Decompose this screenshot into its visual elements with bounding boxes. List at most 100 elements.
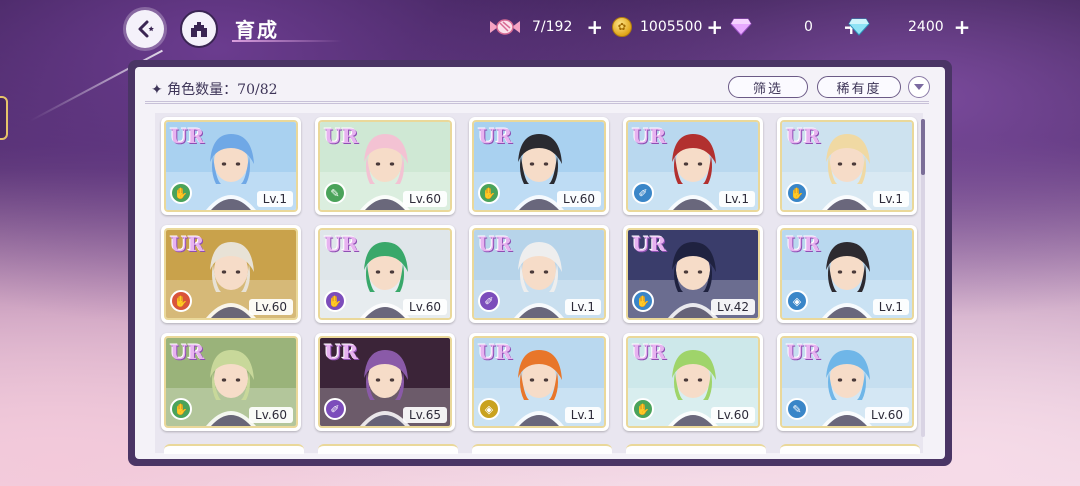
character-card[interactable]: UR ✐ Lv.1 (469, 225, 609, 323)
attribute-badge-icon: ✋ (632, 290, 654, 312)
level-label: Lv.60 (403, 299, 447, 315)
rarity-label: UR (478, 232, 513, 256)
filter-button[interactable]: 筛选 (728, 76, 808, 98)
card-frame: UR ✋ Lv.1 (780, 120, 914, 212)
attribute-badge-icon: ✐ (324, 398, 346, 420)
card-frame: UR ◈ Lv.1 (780, 228, 914, 320)
level-label: Lv.1 (564, 299, 601, 315)
rarity-sort-button[interactable]: 稀有度 (817, 76, 901, 98)
card-frame: UR ✎ Lv.60 (318, 120, 452, 212)
character-card[interactable]: UR ◈ Lv.1 (469, 333, 609, 431)
resource-pink-gem: 0 + (730, 15, 860, 39)
rarity-label: UR (632, 124, 667, 148)
back-arrow-icon (138, 20, 154, 38)
attribute-badge-icon: ◈ (786, 290, 808, 312)
level-label: Lv.1 (564, 407, 601, 423)
character-card[interactable]: UR ✋ Lv.60 (623, 333, 763, 431)
rarity-label: UR (170, 232, 205, 256)
level-label: Lv.65 (403, 407, 447, 423)
rarity-label: UR (786, 232, 821, 256)
level-label: Lv.60 (403, 191, 447, 207)
rarity-label: UR (170, 340, 205, 364)
character-card[interactable]: UR ✋ Lv.42 (623, 225, 763, 323)
side-tab-handle[interactable] (0, 96, 8, 140)
card-frame: UR ✐ Lv.1 (626, 120, 760, 212)
character-count-label: ✦ 角色数量：70/82 (151, 82, 278, 98)
card-frame: UR ✋ Lv.42 (626, 228, 760, 320)
character-card[interactable]: UR ✋ Lv.60 (315, 225, 455, 323)
card-frame: UR ✋ Lv.60 (164, 336, 298, 428)
header-divider (145, 101, 929, 104)
candy-icon (490, 19, 520, 35)
card-frame: UR ✋ Lv.60 (472, 120, 606, 212)
character-card[interactable]: UR ✐ Lv.1 (623, 117, 763, 215)
character-panel-frame: ✦ 角色数量：70/82 筛选 稀有度 UR ✋ Lv.1 UR ✎ Lv.60 UR ✋ Lv… (128, 60, 952, 466)
attribute-badge-icon: ✋ (170, 398, 192, 420)
add-candy-button[interactable]: + (586, 17, 603, 37)
character-card[interactable]: UR ✐ Lv.65 (315, 333, 455, 431)
grid-scrollbar[interactable] (921, 119, 925, 437)
rarity-label: UR (632, 340, 667, 364)
level-label: Lv.42 (711, 299, 755, 315)
card-frame: UR ◈ Lv.1 (472, 336, 606, 428)
scrollbar-thumb[interactable] (921, 119, 925, 175)
pink-gem-icon (730, 18, 752, 36)
character-card[interactable]: UR ✎ Lv.60 (777, 333, 917, 431)
character-grid: UR ✋ Lv.1 UR ✎ Lv.60 UR ✋ Lv.60 UR ✐ Lv.1 UR ✋ Lv.1 UR ✋… (155, 113, 923, 453)
rarity-label: UR (632, 232, 667, 256)
resource-gold: ✿ 1005500 + (612, 15, 723, 39)
character-card[interactable]: UR ◈ Lv.1 (777, 225, 917, 323)
attribute-badge-icon: ✋ (786, 182, 808, 204)
pink-gem-count: 0 (804, 19, 813, 35)
character-card[interactable]: UR ✋ Lv.60 (469, 117, 609, 215)
card-frame: UR ✎ Lv.60 (780, 336, 914, 428)
title-decoration (232, 40, 342, 42)
attribute-badge-icon: ✎ (786, 398, 808, 420)
level-label: Lv.60 (865, 407, 909, 423)
card-peek (626, 444, 766, 454)
candy-count: 7/192 (532, 19, 573, 35)
level-label: Lv.1 (872, 299, 909, 315)
add-diamond-button[interactable]: + (954, 17, 971, 37)
home-button[interactable] (180, 10, 218, 48)
level-label: Lv.60 (249, 299, 293, 315)
castle-icon (191, 22, 207, 37)
card-peek (780, 444, 920, 454)
attribute-badge-icon: ◈ (478, 398, 500, 420)
character-card[interactable]: UR ✋ Lv.1 (161, 117, 301, 215)
character-card[interactable]: UR ✎ Lv.60 (315, 117, 455, 215)
blue-diamond-icon (848, 18, 870, 36)
gold-coin-icon: ✿ (612, 17, 632, 37)
diamond-count: 2400 (908, 19, 944, 35)
card-frame: UR ✋ Lv.1 (164, 120, 298, 212)
chevron-down-icon (914, 84, 924, 90)
rarity-label: UR (324, 340, 359, 364)
attribute-badge-icon: ✋ (324, 290, 346, 312)
panel-header: ✦ 角色数量：70/82 筛选 稀有度 (135, 67, 945, 107)
attribute-badge-icon: ✎ (324, 182, 346, 204)
add-gold-button[interactable]: + (706, 17, 723, 37)
level-label: Lv.1 (256, 191, 293, 207)
character-panel: ✦ 角色数量：70/82 筛选 稀有度 UR ✋ Lv.1 UR ✎ Lv.60 UR ✋ Lv… (135, 67, 945, 459)
rarity-label: UR (324, 232, 359, 256)
level-label: Lv.60 (557, 191, 601, 207)
character-card[interactable]: UR ✋ Lv.60 (161, 225, 301, 323)
resource-diamond: 2400 + (848, 15, 970, 39)
card-frame: UR ✋ Lv.60 (626, 336, 760, 428)
attribute-badge-icon: ✐ (478, 290, 500, 312)
character-card[interactable]: UR ✋ Lv.60 (161, 333, 301, 431)
character-card[interactable]: UR ✋ Lv.1 (777, 117, 917, 215)
attribute-badge-icon: ✋ (478, 182, 500, 204)
top-bar: 育成 7/192 + ✿ 1005500 + 0 + 2400 + (0, 0, 1080, 56)
attribute-badge-icon: ✋ (170, 182, 192, 204)
level-label: Lv.60 (249, 407, 293, 423)
card-peek (472, 444, 612, 454)
card-frame: UR ✋ Lv.60 (164, 228, 298, 320)
rarity-label: UR (170, 124, 205, 148)
rarity-label: UR (478, 340, 513, 364)
gold-count: 1005500 (640, 19, 703, 35)
back-button[interactable] (126, 10, 164, 48)
attribute-badge-icon: ✋ (632, 398, 654, 420)
card-peek (318, 444, 458, 454)
sort-order-button[interactable] (908, 76, 930, 98)
